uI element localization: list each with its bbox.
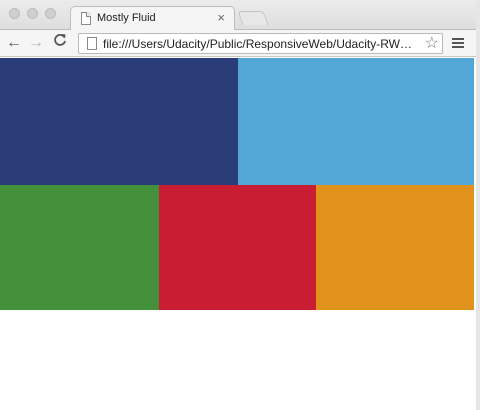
box-orange — [316, 185, 474, 310]
zoom-window-icon[interactable] — [45, 8, 56, 19]
browser-window: Mostly Fluid × ← → file:///Users/Udacity… — [0, 0, 480, 410]
hamburger-menu-icon[interactable] — [452, 38, 464, 49]
box-green — [0, 185, 159, 310]
box-light-blue — [238, 58, 474, 185]
tab-mostly-fluid[interactable]: Mostly Fluid × — [70, 6, 235, 31]
address-bar[interactable]: file:///Users/Udacity/Public/ResponsiveW… — [78, 33, 443, 54]
reload-icon[interactable] — [50, 33, 70, 53]
tab-close-icon[interactable]: × — [217, 10, 225, 26]
page-content — [0, 58, 476, 410]
box-red — [159, 185, 316, 310]
new-tab-button[interactable] — [237, 11, 269, 25]
back-arrow-icon[interactable]: ← — [4, 33, 24, 53]
bookmark-star-icon[interactable]: ☆ — [425, 34, 439, 53]
url-text: file:///Users/Udacity/Public/ResponsiveW… — [103, 37, 412, 51]
page-icon — [81, 12, 91, 25]
reload-icon-svg — [54, 34, 66, 46]
minimize-window-icon[interactable] — [27, 8, 38, 19]
forward-arrow-icon[interactable]: → — [26, 33, 46, 53]
close-window-icon[interactable] — [9, 8, 20, 19]
tab-strip: Mostly Fluid × — [0, 0, 476, 31]
file-icon — [87, 37, 97, 50]
tab-title: Mostly Fluid — [97, 12, 156, 24]
toolbar: ← → file:///Users/Udacity/Public/Respons… — [0, 30, 476, 57]
box-dark-blue — [0, 58, 238, 185]
